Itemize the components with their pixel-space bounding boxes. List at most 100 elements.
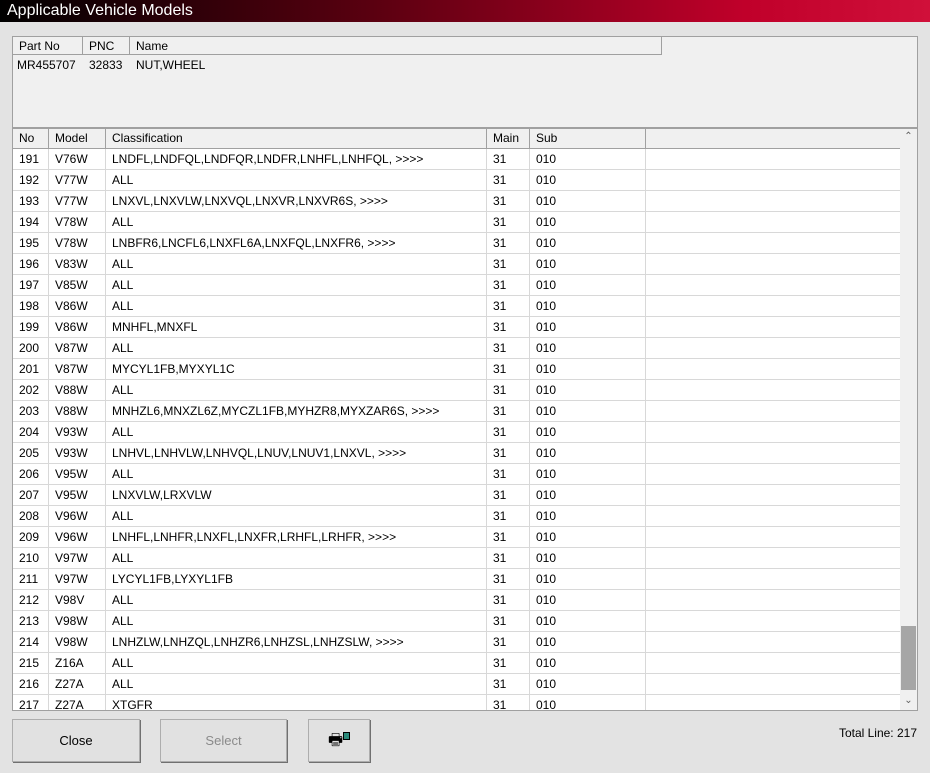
cell-classification: XTGFR bbox=[106, 695, 487, 710]
header-no[interactable]: No bbox=[13, 129, 49, 148]
part-no: MR455707 bbox=[17, 58, 76, 72]
cell-main: 31 bbox=[487, 443, 530, 463]
cell-classification: LYCYL1FB,LYXYL1FB bbox=[106, 569, 487, 589]
table-row[interactable]: 194 V78W ALL 31 010 bbox=[13, 212, 917, 233]
table-row[interactable]: 211 V97W LYCYL1FB,LYXYL1FB 31 010 bbox=[13, 569, 917, 590]
table-row[interactable]: 196 V83W ALL 31 010 bbox=[13, 254, 917, 275]
cell-classification: ALL bbox=[106, 548, 487, 568]
cell-main: 31 bbox=[487, 170, 530, 190]
cell-model: V98W bbox=[49, 632, 106, 652]
cell-main: 31 bbox=[487, 464, 530, 484]
total-line: Total Line: 217 bbox=[838, 726, 917, 740]
table-row[interactable]: 216 Z27A ALL 31 010 bbox=[13, 674, 917, 695]
cell-no: 198 bbox=[13, 296, 49, 316]
cell-no: 204 bbox=[13, 422, 49, 442]
table-row[interactable]: 208 V96W ALL 31 010 bbox=[13, 506, 917, 527]
cell-blank bbox=[646, 632, 901, 652]
part-name: NUT,WHEEL bbox=[136, 58, 206, 72]
table-row[interactable]: 191 V76W LNDFL,LNDFQL,LNDFQR,LNDFR,LNHFL,L… bbox=[13, 149, 917, 170]
header-model[interactable]: Model bbox=[49, 129, 106, 148]
cell-classification: ALL bbox=[106, 275, 487, 295]
header-classification[interactable]: Classification bbox=[106, 129, 487, 148]
header-part-no[interactable]: Part No bbox=[13, 37, 83, 54]
cell-main: 31 bbox=[487, 296, 530, 316]
table-row[interactable]: 200 V87W ALL 31 010 bbox=[13, 338, 917, 359]
cell-classification: LNHVL,LNHVLW,LNHVQL,LNUV,LNUV1,LNXVL, >>… bbox=[106, 443, 487, 463]
cell-sub: 010 bbox=[530, 212, 646, 232]
table-row[interactable]: 204 V93W ALL 31 010 bbox=[13, 422, 917, 443]
cell-classification: ALL bbox=[106, 464, 487, 484]
header-main[interactable]: Main bbox=[487, 129, 530, 148]
cell-classification: LNBFR6,LNCFL6,LNXFL6A,LNXFQL,LNXFR6, >>>… bbox=[106, 233, 487, 253]
cell-sub: 010 bbox=[530, 590, 646, 610]
cell-sub: 010 bbox=[530, 191, 646, 211]
cell-model: Z27A bbox=[49, 674, 106, 694]
pnc: 32833 bbox=[89, 58, 123, 72]
cell-blank bbox=[646, 149, 901, 169]
table-row[interactable]: 199 V86W MNHFL,MNXFL 31 010 bbox=[13, 317, 917, 338]
table-row[interactable]: 215 Z16A ALL 31 010 bbox=[13, 653, 917, 674]
cell-main: 31 bbox=[487, 275, 530, 295]
table-row[interactable]: 207 V95W LNXVLW,LRXVLW 31 010 bbox=[13, 485, 917, 506]
table-row[interactable]: 205 V93W LNHVL,LNHVLW,LNHVQL,LNUV,LNUV1,LN… bbox=[13, 443, 917, 464]
close-button[interactable]: Close bbox=[12, 719, 140, 762]
cell-sub: 010 bbox=[530, 380, 646, 400]
scroll-up-icon[interactable]: ⌃ bbox=[900, 131, 917, 142]
cell-no: 191 bbox=[13, 149, 49, 169]
table-row[interactable]: 210 V97W ALL 31 010 bbox=[13, 548, 917, 569]
table-row[interactable]: 192 V77W ALL 31 010 bbox=[13, 170, 917, 191]
cell-model: V77W bbox=[49, 170, 106, 190]
cell-model: V97W bbox=[49, 548, 106, 568]
table-row[interactable]: 212 V98V ALL 31 010 bbox=[13, 590, 917, 611]
table-row[interactable]: 203 V88W MNHZL6,MNXZL6Z,MYCZL1FB,MYHZR8,MY… bbox=[13, 401, 917, 422]
cell-sub: 010 bbox=[530, 338, 646, 358]
cell-no: 215 bbox=[13, 653, 49, 673]
print-button[interactable]: 🖶 bbox=[308, 719, 370, 762]
cell-sub: 010 bbox=[530, 422, 646, 442]
cell-blank bbox=[646, 422, 901, 442]
cell-model: V98V bbox=[49, 590, 106, 610]
cell-classification: ALL bbox=[106, 170, 487, 190]
cell-sub: 010 bbox=[530, 401, 646, 421]
cell-no: 196 bbox=[13, 254, 49, 274]
table-row[interactable]: 213 V98W ALL 31 010 bbox=[13, 611, 917, 632]
cell-no: 212 bbox=[13, 590, 49, 610]
cell-no: 193 bbox=[13, 191, 49, 211]
table-row[interactable]: 206 V95W ALL 31 010 bbox=[13, 464, 917, 485]
cell-no: 216 bbox=[13, 674, 49, 694]
cell-classification: ALL bbox=[106, 611, 487, 631]
scroll-down-icon[interactable]: ⌄ bbox=[900, 695, 917, 706]
table-row[interactable]: 202 V88W ALL 31 010 bbox=[13, 380, 917, 401]
cell-model: V95W bbox=[49, 464, 106, 484]
cell-model: Z16A bbox=[49, 653, 106, 673]
cell-classification: MYCYL1FB,MYXYL1C bbox=[106, 359, 487, 379]
cell-main: 31 bbox=[487, 611, 530, 631]
table-row[interactable]: 201 V87W MYCYL1FB,MYXYL1C 31 010 bbox=[13, 359, 917, 380]
header-name[interactable]: Name bbox=[130, 37, 662, 54]
vertical-scrollbar[interactable]: ⌃ ⌄ bbox=[900, 129, 917, 710]
cell-model: V93W bbox=[49, 422, 106, 442]
cell-blank bbox=[646, 548, 901, 568]
table-row[interactable]: 198 V86W ALL 31 010 bbox=[13, 296, 917, 317]
table-row[interactable]: 193 V77W LNXVL,LNXVLW,LNXVQL,LNXVR,LNXVR6S… bbox=[13, 191, 917, 212]
part-info-row[interactable]: MR455707 32833 NUT,WHEEL bbox=[13, 55, 917, 75]
cell-no: 217 bbox=[13, 695, 49, 710]
scroll-thumb[interactable] bbox=[901, 626, 916, 690]
table-row[interactable]: 214 V98W LNHZLW,LNHZQL,LNHZR6,LNHZSL,LNHZS… bbox=[13, 632, 917, 653]
table-row[interactable]: 195 V78W LNBFR6,LNCFL6,LNXFL6A,LNXFQL,LNXF… bbox=[13, 233, 917, 254]
cell-sub: 010 bbox=[530, 275, 646, 295]
table-row[interactable]: 197 V85W ALL 31 010 bbox=[13, 275, 917, 296]
cell-main: 31 bbox=[487, 422, 530, 442]
cell-no: 201 bbox=[13, 359, 49, 379]
cell-no: 195 bbox=[13, 233, 49, 253]
cell-no: 194 bbox=[13, 212, 49, 232]
cell-main: 31 bbox=[487, 317, 530, 337]
cell-main: 31 bbox=[487, 506, 530, 526]
header-sub[interactable]: Sub bbox=[530, 129, 646, 148]
cell-model: V95W bbox=[49, 485, 106, 505]
cell-no: 205 bbox=[13, 443, 49, 463]
select-button[interactable]: Select bbox=[160, 719, 287, 762]
table-row[interactable]: 217 Z27A XTGFR 31 010 bbox=[13, 695, 917, 710]
header-pnc[interactable]: PNC bbox=[83, 37, 130, 54]
table-row[interactable]: 209 V96W LNHFL,LNHFR,LNXFL,LNXFR,LRHFL,LRH… bbox=[13, 527, 917, 548]
